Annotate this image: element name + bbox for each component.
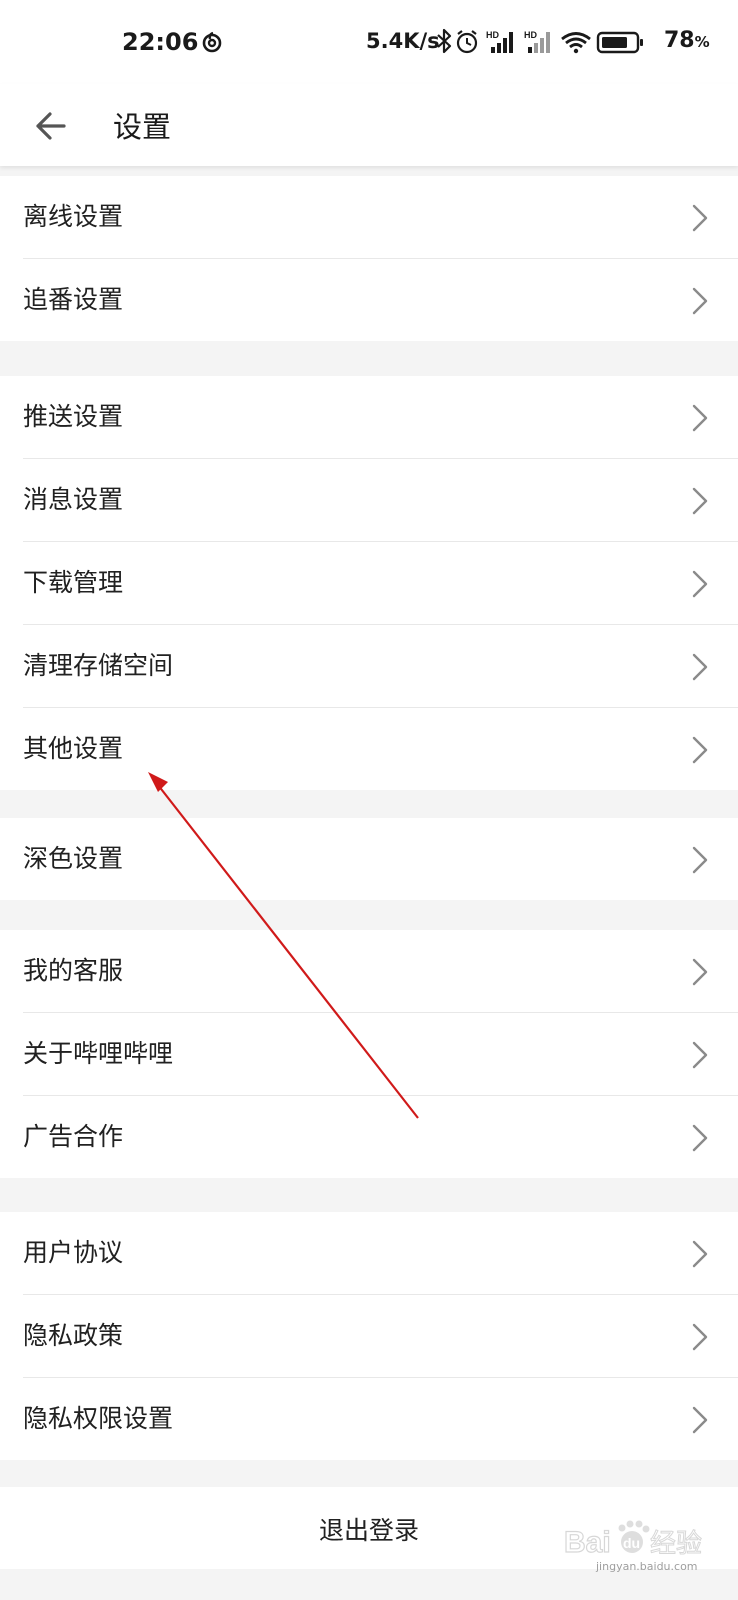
svg-text:经验: 经验 [650,1529,702,1559]
settings-row-label: 关于哔哩哔哩 [23,1039,174,1068]
chevron-right-icon [692,1323,708,1351]
chevron-right-icon [692,653,708,681]
logout-label: 退出登录 [318,1516,419,1545]
settings-group-3: 深色设置 [0,818,738,900]
settings-row-label: 隐私政策 [23,1321,124,1350]
settings-row-label: 消息设置 [23,485,124,514]
svg-text:HD: HD [486,30,499,40]
settings-row-label: 清理存储空间 [23,651,174,680]
chevron-right-icon [692,404,708,432]
chevron-right-icon [692,958,708,986]
settings-row[interactable]: 追番设置 [23,258,738,341]
network-speed: 5.4K/s [366,29,440,53]
settings-row[interactable]: 隐私权限设置 [23,1377,738,1460]
svg-text:HD: HD [524,30,537,40]
settings-group-4: 我的客服关于哔哩哔哩 广告合作 [0,930,738,1178]
settings-row[interactable]: 离线设置 [0,176,738,258]
settings-row[interactable]: 其他设置 [23,707,738,790]
settings-group-5: 用户协议隐私政策隐私权限设置 [0,1212,738,1460]
settings-group-1: 离线设置 追番设置 [0,176,738,341]
settings-row[interactable]: 推送设置 [0,376,738,458]
settings-row-label: 离线设置 [23,202,124,231]
chevron-right-icon [692,1041,708,1069]
settings-row[interactable]: 隐私政策 [23,1294,738,1377]
chevron-right-icon [692,1124,708,1152]
settings-row-label: 其他设置 [23,734,124,763]
netease-music-icon [202,31,222,53]
status-time: 22:06 [122,28,199,56]
app-header: 设置 [0,84,738,166]
signal-icon: HD [486,30,513,53]
settings-row-label: 用户协议 [23,1238,124,1267]
settings-row-label: 追番设置 [23,285,124,314]
settings-row[interactable]: 下载管理 [23,541,738,624]
chevron-right-icon [692,846,708,874]
settings-group-2: 推送设置消息设置下载管理清理存储空间 其他设置 [0,376,738,790]
battery-icon [596,31,643,54]
settings-row-label: 下载管理 [23,568,124,597]
settings-row[interactable]: 消息设置 [23,458,738,541]
status-bar: 22:06 5.4K/s HD HD 78% [0,0,738,84]
chevron-right-icon [692,204,708,232]
svg-text:Bai: Bai [564,1526,611,1559]
chevron-right-icon [692,736,708,764]
settings-row[interactable]: 广告合作 [23,1095,738,1178]
bluetooth-icon [437,28,452,54]
settings-row[interactable]: 深色设置 [0,818,738,900]
baidu-watermark: Bai du 经验 [563,1520,703,1560]
battery-percent: 78% [664,28,710,53]
chevron-right-icon [692,487,708,515]
chevron-right-icon [692,287,708,315]
chevron-right-icon [692,1406,708,1434]
settings-row[interactable]: 用户协议 [0,1212,738,1294]
settings-row-label: 广告合作 [23,1122,124,1151]
svg-text:du: du [623,1535,640,1551]
watermark-url: jingyan.baidu.com [596,1560,698,1573]
settings-row[interactable]: 我的客服 [0,930,738,1012]
chevron-right-icon [692,570,708,598]
settings-row-label: 我的客服 [23,956,124,985]
settings-row-label: 隐私权限设置 [23,1404,174,1433]
wifi-icon [561,32,591,54]
settings-row[interactable]: 关于哔哩哔哩 [23,1012,738,1095]
status-icons: HD HD [437,28,643,54]
settings-row-label: 深色设置 [23,844,124,873]
page-title: 设置 [113,110,172,144]
chevron-right-icon [692,1240,708,1268]
alarm-icon [456,30,478,54]
settings-row[interactable]: 清理存储空间 [23,624,738,707]
paw-icon: du [618,1520,650,1553]
signal-icon-2: HD [524,30,550,53]
settings-row-label: 推送设置 [23,402,124,431]
back-arrow-icon[interactable] [30,104,74,148]
